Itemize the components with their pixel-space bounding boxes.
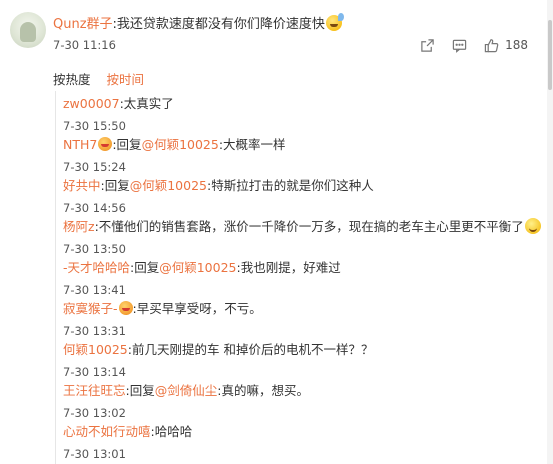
list-item: -天才哈哈哈:回复@何颖10025:我也刚提，好难过 7-30 13:41 [63, 259, 341, 298]
reply-mention[interactable]: @何颖10025 [159, 260, 236, 275]
reply-text: :哈哈哈 [150, 424, 193, 439]
main-comment-user[interactable]: Qunz群子 [53, 17, 113, 32]
list-item: 王汪往旺忘:回复@剑倚仙尘:真的嘛，想买。 7-30 13:02 [63, 382, 309, 421]
like-count: 188 [505, 38, 528, 52]
sort-tabs: 按热度 按时间 [53, 68, 160, 88]
share-button[interactable] [417, 35, 437, 55]
reply-text: :不懂他们的销售套路，涨价一千降价一万多，现在搞的老车主心里更不平衡了 [94, 219, 524, 234]
main-comment-line: Qunz群子:我还贷款速度都没有你们降价速度快 [53, 13, 344, 34]
reply-text: :前几天刚提的车 和掉价后的电机不一样？？ [127, 342, 374, 357]
sweat-grin-emoji-icon [325, 13, 344, 31]
reply-user[interactable]: 好共中 [63, 178, 101, 193]
reply-user[interactable]: 心动不如行动嘻 [63, 424, 151, 439]
reply-user[interactable]: 王汪往旺忘 [63, 383, 126, 398]
reply-prefix: :回复 [130, 260, 160, 275]
tab-sort-by-time[interactable]: 按时间 [107, 69, 145, 88]
list-item: 寂寞猴子- :早买早享受呀，不亏。 7-30 13:31 [63, 300, 262, 339]
list-item: 心动不如行动嘻:哈哈哈 7-30 13:01 [63, 423, 192, 462]
reply-time: 7-30 13:14 [63, 365, 126, 379]
reply-text: :大概率一样 [218, 137, 286, 152]
reply-user[interactable]: 杨阿z [63, 219, 95, 234]
reply-user[interactable]: 寂寞猴子- [63, 301, 118, 316]
reply-text: :特斯拉打击的就是你们这种人 [207, 178, 374, 193]
reply-list: zw00007:太真实了 7-30 15:50 NTH7:回复@何颖10025:… [55, 91, 553, 464]
reply-user[interactable]: zw00007 [63, 96, 120, 111]
reply-text: :早买早享受呀，不亏。 [132, 301, 262, 316]
reply-prefix: :回复 [100, 178, 130, 193]
avatar[interactable] [10, 12, 46, 48]
list-item: NTH7 :回复@何颖10025:大概率一样 7-30 15:24 [63, 136, 286, 175]
comment-button[interactable] [449, 35, 469, 55]
main-comment-actions: 188 [405, 34, 553, 56]
like-button[interactable] [481, 35, 501, 55]
main-comment: Qunz群子:我还贷款速度都没有你们降价速度快 7-30 11:16 188 [0, 0, 553, 64]
list-item: zw00007:太真实了 7-30 15:50 [63, 95, 174, 134]
thumbs-up-icon [484, 38, 498, 52]
tab-sort-by-heat[interactable]: 按热度 [53, 69, 91, 88]
reply-time: 7-30 13:01 [63, 447, 126, 461]
scrollbar[interactable] [547, 0, 553, 464]
reply-mention[interactable]: @何颖10025 [142, 137, 219, 152]
reply-prefix: :回复 [125, 383, 155, 398]
reply-time: 7-30 13:41 [63, 283, 126, 297]
reply-time: 7-30 13:50 [63, 242, 126, 256]
share-icon [420, 38, 434, 52]
comment-icon [452, 39, 466, 53]
reply-time: 7-30 15:24 [63, 160, 126, 174]
scrollbar-thumb[interactable] [548, 20, 552, 90]
reply-mention[interactable]: @何颖10025 [130, 178, 207, 193]
reply-user[interactable]: NTH7 [63, 137, 97, 152]
reply-text: :太真实了 [119, 96, 174, 111]
reply-time: 7-30 15:50 [63, 119, 126, 133]
reply-time: 7-30 13:31 [63, 324, 126, 338]
smile-emoji-icon [524, 218, 541, 234]
reply-mention[interactable]: @剑倚仙尘 [155, 383, 218, 398]
main-comment-text: :我还贷款速度都没有你们降价速度快 [112, 17, 325, 32]
reply-user[interactable]: 何颖10025 [63, 342, 128, 357]
vip-emoji-icon [118, 301, 133, 315]
reply-text: :真的嘛，想买。 [217, 383, 309, 398]
main-comment-time: 7-30 11:16 [53, 38, 116, 52]
list-item: 何颖10025:前几天刚提的车 和掉价后的电机不一样？？ 7-30 13:14 [63, 341, 373, 380]
reply-time: 7-30 14:56 [63, 201, 126, 215]
list-item: 好共中:回复@何颖10025:特斯拉打击的就是你们这种人 7-30 14:56 [63, 177, 374, 216]
reply-time: 7-30 13:02 [63, 406, 126, 420]
reply-user[interactable]: -天才哈哈哈 [63, 260, 130, 275]
vip-emoji-icon [98, 137, 113, 151]
reply-text: :我也刚提，好难过 [236, 260, 341, 275]
reply-prefix: :回复 [112, 137, 142, 152]
list-item: 杨阿z:不懂他们的销售套路，涨价一千降价一万多，现在搞的老车主心里更不平衡了 7… [63, 218, 541, 257]
